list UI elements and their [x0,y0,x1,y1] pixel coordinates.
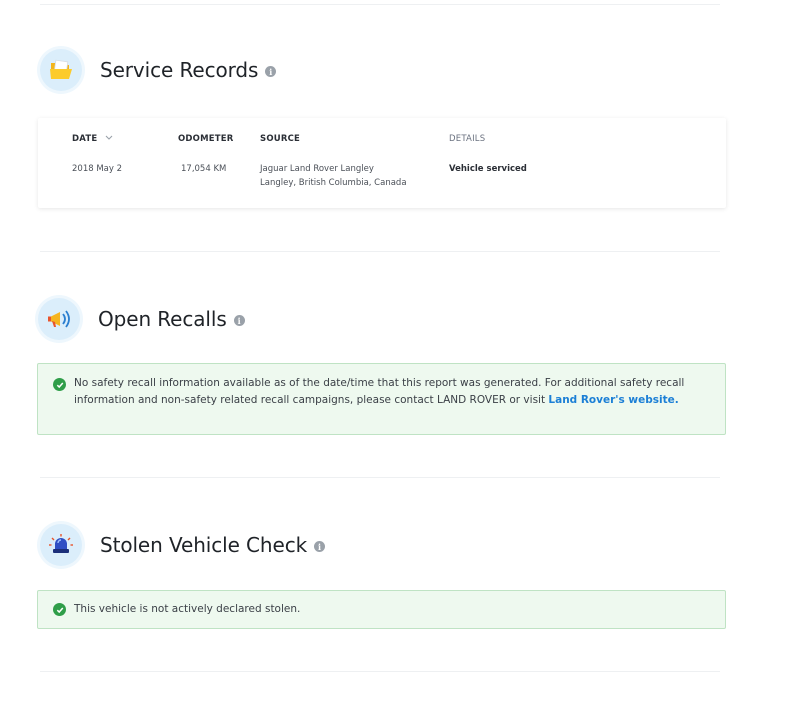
cell-details: Vehicle serviced [449,164,527,174]
column-header-date[interactable]: DATE [72,134,113,144]
megaphone-icon [38,298,80,340]
recall-alert: No safety recall information available a… [37,363,726,435]
section-title: Service Records [100,58,259,82]
section-divider [40,251,720,252]
cell-date: 2018 May 2 [72,164,123,174]
land-rover-website-link[interactable]: Land Rover's website. [548,394,678,406]
police-siren-icon [40,524,82,566]
section-title: Open Recalls [98,307,227,331]
section-title: Stolen Vehicle Check [100,533,308,557]
service-records-header: Service Records i [40,49,277,91]
service-records-table: DATE ODOMETER SOURCE DETAILS 2018 May 2 … [38,118,726,208]
top-divider [40,4,720,5]
column-header-source: SOURCE [260,134,301,144]
folder-icon [40,49,82,91]
check-circle-icon [53,603,66,616]
stolen-vehicle-header: Stolen Vehicle Check i [40,524,326,566]
section-divider [40,671,720,672]
source-location: Langley, British Columbia, Canada [260,178,407,188]
source-name: Jaguar Land Rover Langley [260,164,374,174]
open-recalls-header: Open Recalls i [38,298,245,340]
recall-message: No safety recall information available a… [74,377,685,406]
stolen-check-message: This vehicle is not actively declared st… [74,603,301,615]
cell-odometer: 17,054 KM [181,164,227,174]
column-header-odometer: ODOMETER [178,134,234,144]
info-icon[interactable]: i [233,315,245,326]
stolen-check-alert: This vehicle is not actively declared st… [37,590,726,629]
check-circle-icon [53,378,66,391]
column-header-details: DETAILS [449,134,486,144]
info-icon[interactable]: i [265,66,277,77]
chevron-down-icon[interactable] [105,135,113,141]
info-icon[interactable]: i [314,541,326,552]
section-divider [40,477,720,478]
cell-source: Jaguar Land Rover Langley Langley, Briti… [260,162,407,190]
